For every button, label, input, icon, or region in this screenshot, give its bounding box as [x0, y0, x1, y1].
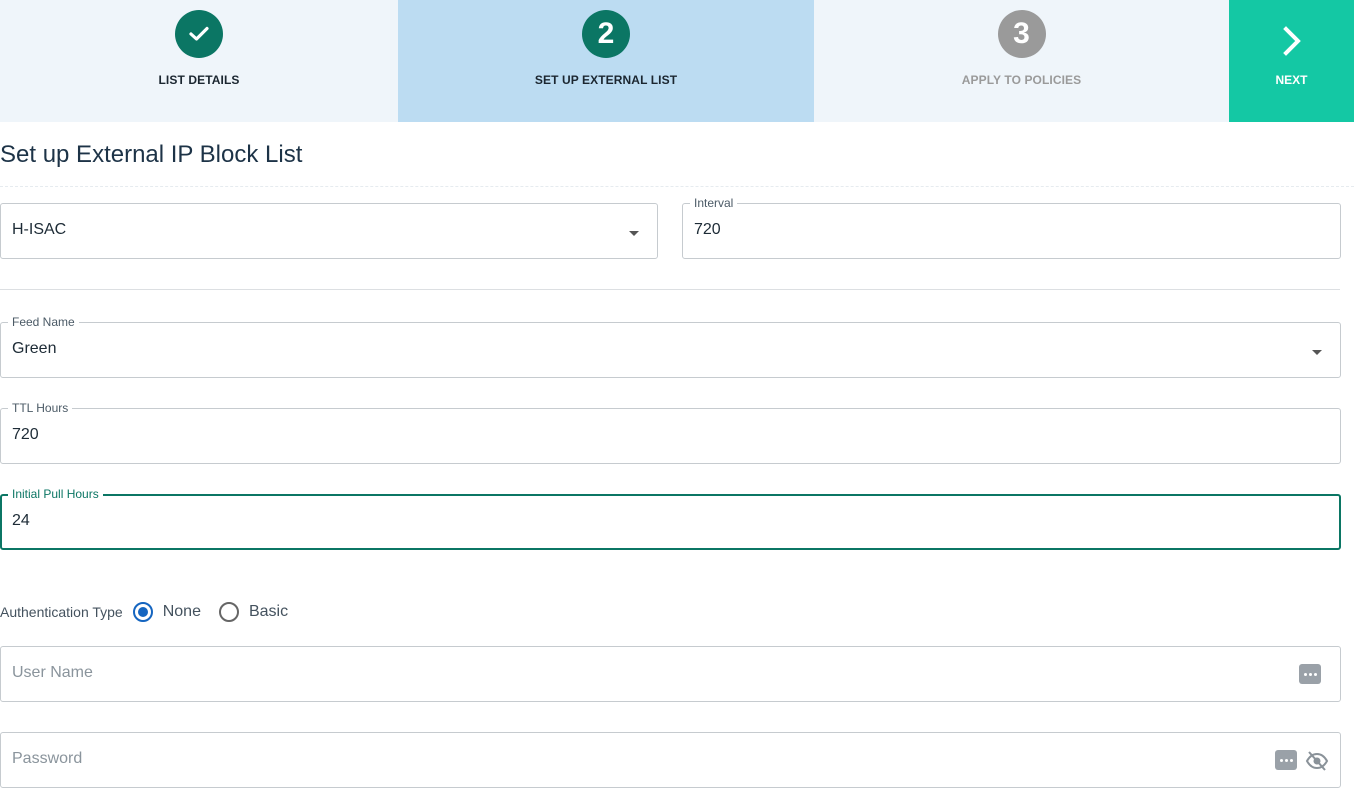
user-name-placeholder: User Name — [12, 664, 93, 681]
initial-pull-hours-field[interactable]: Initial Pull Hours 24 — [0, 486, 1341, 550]
chevron-right-icon — [1282, 26, 1302, 61]
initial-pull-hours-value: 24 — [12, 512, 30, 529]
ttl-hours-value: 720 — [12, 426, 39, 443]
authentication-type-label: Authentication Type — [0, 604, 123, 620]
caret-down-icon — [629, 231, 639, 236]
source-select[interactable]: H-ISAC — [0, 203, 658, 259]
radio-none[interactable] — [132, 602, 153, 622]
password-manager-icon[interactable] — [1275, 750, 1297, 770]
divider — [0, 186, 1354, 187]
feed-name-label: Feed Name — [8, 314, 79, 330]
step-label: APPLY TO POLICIES — [961, 73, 1082, 87]
user-name-field[interactable]: User Name — [0, 646, 1341, 702]
step-apply-to-policies[interactable]: 3 APPLY TO POLICIES — [814, 0, 1229, 122]
radio-basic-label[interactable]: Basic — [249, 603, 288, 621]
password-placeholder: Password — [12, 750, 83, 767]
wizard-stepper: LIST DETAILS 2 SET UP EXTERNAL LIST 3 AP… — [0, 0, 1354, 122]
source-value: H-ISAC — [12, 221, 67, 238]
next-button[interactable]: NEXT — [1229, 0, 1354, 122]
step-number: 3 — [997, 10, 1046, 58]
eye-off-icon[interactable] — [1305, 750, 1329, 777]
password-field[interactable]: Password — [0, 732, 1341, 788]
caret-down-icon — [1312, 350, 1322, 355]
step-label: SET UP EXTERNAL LIST — [534, 73, 678, 87]
password-manager-icon[interactable] — [1299, 664, 1321, 684]
radio-none-label[interactable]: None — [163, 603, 201, 621]
feed-name-select[interactable]: Feed Name Green — [0, 314, 1341, 378]
step-set-up-external-list[interactable]: 2 SET UP EXTERNAL LIST — [398, 0, 814, 122]
page-title: Set up External IP Block List — [0, 141, 303, 168]
ttl-hours-label: TTL Hours — [8, 400, 73, 416]
divider — [0, 289, 1340, 290]
check-icon — [175, 10, 223, 58]
step-number: 2 — [582, 10, 630, 58]
next-label: NEXT — [1275, 73, 1308, 87]
ttl-hours-field[interactable]: TTL Hours 720 — [0, 400, 1341, 464]
radio-basic[interactable] — [218, 602, 239, 622]
interval-value: 720 — [694, 221, 721, 238]
interval-field[interactable]: Interval 720 — [682, 195, 1341, 259]
interval-label: Interval — [690, 195, 738, 211]
feed-name-value: Green — [12, 340, 57, 357]
initial-pull-hours-label: Initial Pull Hours — [8, 486, 103, 502]
authentication-type-group: Authentication Type None Basic — [0, 600, 306, 624]
step-label: LIST DETAILS — [158, 73, 240, 87]
step-list-details[interactable]: LIST DETAILS — [0, 0, 398, 122]
